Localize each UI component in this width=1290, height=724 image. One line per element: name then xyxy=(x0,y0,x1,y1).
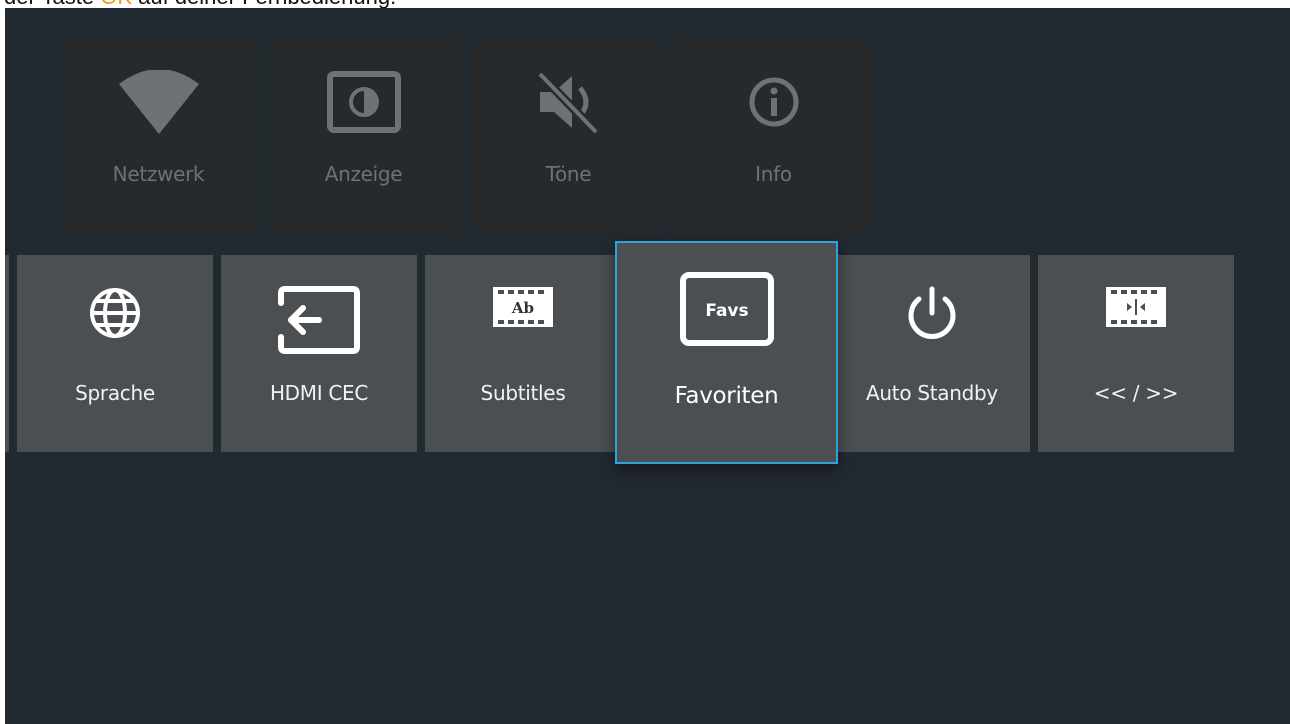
tile-favoriten[interactable]: Favs Favoriten xyxy=(615,241,838,464)
wifi-icon xyxy=(118,69,199,138)
tile-toene[interactable]: Töne xyxy=(470,38,667,234)
tile-label: Auto Standby xyxy=(866,381,998,405)
tile-label: << / >> xyxy=(1093,381,1179,405)
tile-label: Sprache xyxy=(75,381,155,405)
tile-subtitles[interactable]: Ab Subtitles xyxy=(425,255,621,452)
instruction-caption: der Taste OK auf deiner Fernbedienung. xyxy=(4,0,396,8)
tile-sprache[interactable]: Sprache xyxy=(17,255,213,452)
globe-icon xyxy=(87,285,143,345)
tile-label: Netzwerk xyxy=(112,162,205,186)
display-brightness-icon xyxy=(326,70,402,138)
tile-label: Töne xyxy=(545,162,592,186)
subtitles-icon-text: Ab xyxy=(511,299,534,317)
settings-screen: Netzwerk Anzeige Töne Info Sprache HDMI … xyxy=(5,8,1290,724)
skip-film-icon xyxy=(1104,285,1168,333)
tile-label: Info xyxy=(755,162,792,186)
tile-label: HDMI CEC xyxy=(269,381,369,405)
tile-label: Anzeige xyxy=(324,162,403,186)
power-icon xyxy=(904,285,960,349)
tile-hdmi-cec[interactable]: HDMI CEC xyxy=(221,255,417,452)
info-icon xyxy=(742,70,806,138)
tile-skip[interactable]: << / >> xyxy=(1038,255,1234,452)
favorites-tv-icon: Favs xyxy=(679,271,775,351)
tile-auto-standby[interactable]: Auto Standby xyxy=(834,255,1030,452)
subtitles-film-icon: Ab xyxy=(491,285,555,333)
tile-label: Favoriten xyxy=(674,383,779,409)
tile-label: Subtitles xyxy=(480,381,566,405)
tile-anzeige[interactable]: Anzeige xyxy=(265,38,462,234)
tile-netzwerk[interactable]: Netzwerk xyxy=(60,38,257,234)
input-source-icon xyxy=(277,285,361,359)
tile-info[interactable]: Info xyxy=(675,38,872,234)
previous-tile-edge[interactable] xyxy=(5,255,9,452)
speaker-mute-icon xyxy=(534,70,604,138)
favs-icon-text: Favs xyxy=(705,301,748,321)
